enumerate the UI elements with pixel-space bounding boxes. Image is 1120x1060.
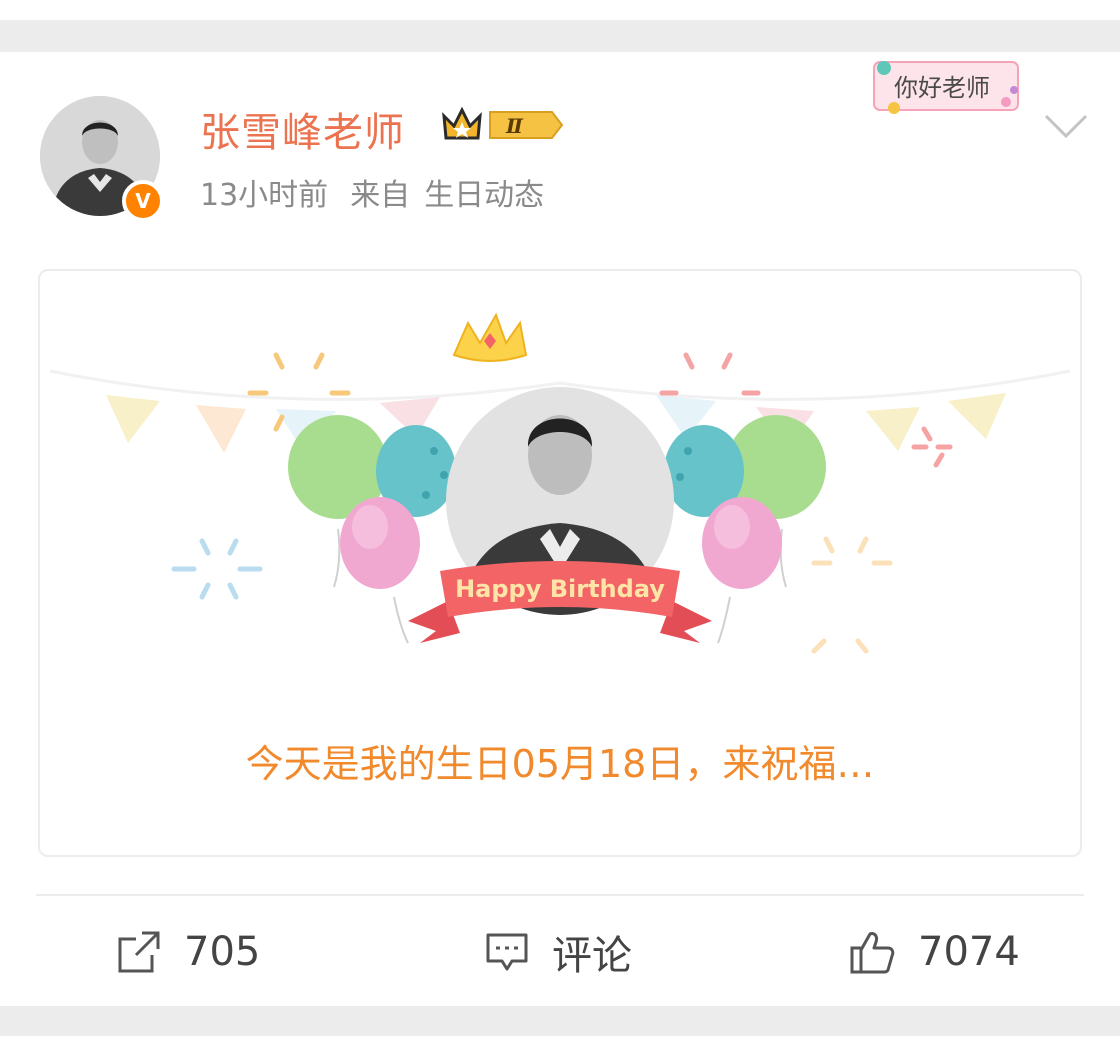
pennant (106, 395, 160, 443)
repost-count: 705 (184, 929, 261, 975)
feed-separator (0, 1006, 1120, 1036)
birthday-card[interactable]: Happy Birthday 今天是我的生日05月18日，来祝福… (38, 269, 1082, 857)
author-name[interactable]: 张雪峰老师 (200, 100, 405, 158)
like-button[interactable]: 7074 (848, 922, 1020, 982)
post-time: 13小时前 (200, 178, 329, 213)
hello-teacher-sticker: 你好老师 (873, 61, 1019, 114)
chevron-down-icon[interactable] (1042, 108, 1090, 144)
birthday-caption: 今天是我的生日05月18日，来祝福… (245, 742, 875, 786)
thumbs-up-icon (850, 932, 895, 974)
badge-level: Ⅱ (505, 114, 524, 138)
weibo-post-card: 你好老师 V 张雪峰老师 Ⅱ 13小时前 来自 生日动态 Happy Birth… (0, 52, 1120, 1006)
repost-button[interactable]: 705 (116, 922, 260, 982)
pennant (948, 393, 1006, 439)
post-source[interactable]: 生日动态 (424, 178, 544, 213)
feed-separator (0, 20, 1120, 52)
like-count: 7074 (918, 929, 1020, 975)
next-post-top (0, 1036, 1120, 1060)
post-meta: 13小时前 来自 生日动态 (200, 170, 566, 214)
verified-badge-icon: V (122, 180, 164, 222)
comment-label: 评论 (552, 933, 632, 979)
sticker-text: 你好老师 (894, 74, 990, 102)
repost-icon (118, 931, 160, 973)
member-crown-badge-icon[interactable]: Ⅱ (440, 104, 564, 146)
comment-icon (486, 933, 528, 971)
comment-button[interactable]: 评论 (484, 922, 632, 982)
ribbon-text: Happy Birthday (455, 575, 665, 603)
action-divider (36, 894, 1084, 896)
birthday-illustration: Happy Birthday (49, 312, 1071, 654)
sparkle-right-bottom (811, 536, 893, 654)
pennant (196, 405, 246, 453)
source-prefix: 来自 (350, 178, 411, 213)
pennant (866, 407, 920, 451)
sparkle-left-blue (171, 538, 263, 600)
previous-post-bottom (0, 0, 1120, 20)
